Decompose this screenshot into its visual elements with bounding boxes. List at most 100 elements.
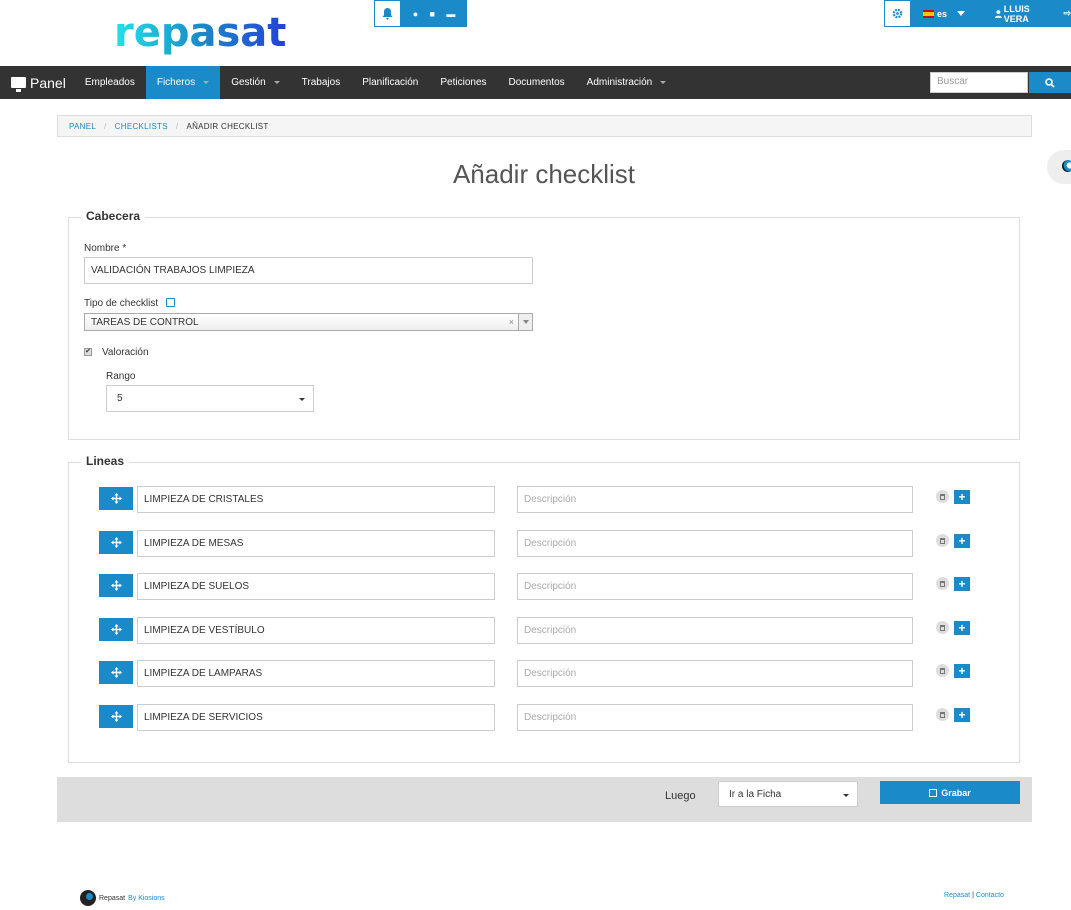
move-icon [110, 624, 122, 635]
line-name-field[interactable]: LIMPIEZA DE LAMPARAS [137, 660, 495, 687]
save-button[interactable]: Grabar [880, 781, 1020, 804]
drag-handle-button[interactable] [99, 531, 133, 554]
move-icon [110, 711, 122, 722]
nav-planificacion[interactable]: Planificación [351, 66, 429, 99]
breadcrumb-checklists[interactable]: CHECKLISTS [115, 122, 168, 131]
trash-icon[interactable] [936, 534, 949, 547]
bell-icon[interactable] [374, 0, 401, 27]
add-line-button[interactable]: + [954, 708, 970, 722]
footer-link-repasat[interactable]: Repasat [944, 892, 970, 899]
external-link-icon[interactable] [165, 298, 175, 307]
rango-label: Rango [106, 371, 136, 382]
nav-ficheros[interactable]: Ficheros [145, 66, 221, 99]
line-description-field[interactable]: Descripción [517, 617, 913, 644]
nombre-label: Nombre * [84, 243, 127, 254]
nav-administracion[interactable]: Administración [576, 66, 678, 99]
chevron-down-icon [957, 11, 966, 16]
user-menu[interactable]: LLUIS VERA [995, 4, 1055, 24]
pin-icon[interactable]: ● [413, 9, 418, 19]
clear-icon[interactable]: × [509, 317, 514, 327]
footer-separator: | [972, 892, 974, 899]
panel-link[interactable]: Panel [11, 74, 66, 92]
line-description-field[interactable]: Descripción [517, 573, 913, 600]
breadcrumb-panel[interactable]: PANEL [69, 122, 96, 131]
nav-label: Planificación [362, 77, 419, 88]
trash-icon[interactable] [936, 490, 949, 503]
nav-trabajos[interactable]: Trabajos [291, 66, 352, 99]
line-name-field[interactable]: LIMPIEZA DE SUELOS [137, 573, 495, 600]
nav-peticiones[interactable]: Peticiones [429, 66, 497, 99]
drag-handle-button[interactable] [99, 705, 133, 728]
caret-down-icon [203, 81, 210, 84]
move-icon [110, 537, 122, 548]
nav-gestion[interactable]: Gestión [220, 66, 290, 99]
logout-icon[interactable]: ⇨ [1063, 8, 1071, 19]
nav-documentos[interactable]: Documentos [498, 66, 576, 99]
caret-down-icon [273, 81, 280, 84]
luego-select[interactable]: Ir a la Ficha [718, 781, 858, 807]
drag-handle-button[interactable] [99, 661, 133, 684]
nombre-field[interactable]: VALIDACIÓN TRABAJOS LIMPIEZA [84, 257, 533, 284]
briefcase-icon[interactable]: ■ [430, 9, 435, 19]
tipo-checklist-label: Tipo de checklist [84, 298, 159, 309]
trash-icon[interactable] [936, 664, 949, 677]
panel-label: Panel [30, 74, 66, 91]
breadcrumb: PANEL / CHECKLISTS / AÑADIR CHECKLIST [57, 115, 1032, 137]
search-icon [1045, 77, 1055, 88]
valoracion-label: Valoración [102, 347, 149, 358]
repasat-small-logo-icon [80, 890, 96, 906]
trash-icon[interactable] [936, 708, 949, 721]
language-label: es [937, 8, 948, 19]
nav-label: Ficheros [156, 77, 196, 88]
line-name-field[interactable]: LIMPIEZA DE VESTÍBULO [137, 617, 495, 644]
line-name-field[interactable]: LIMPIEZA DE SERVICIOS [137, 704, 495, 731]
user-icon [995, 9, 1002, 18]
breadcrumb-separator: / [175, 121, 179, 131]
drag-handle-button[interactable] [99, 487, 133, 510]
line-name-field[interactable]: LIMPIEZA DE MESAS [137, 530, 495, 557]
line-description-field[interactable]: Descripción [517, 530, 913, 557]
add-line-button[interactable]: + [954, 490, 970, 504]
add-line-button[interactable]: + [954, 621, 970, 635]
add-line-button[interactable]: + [954, 534, 970, 548]
trash-icon[interactable] [936, 621, 949, 634]
notification-group: ● ■ ▬ [374, 0, 467, 27]
repasat-logo[interactable]: repasat [112, 12, 288, 60]
cabecera-legend: Cabecera [81, 209, 146, 223]
line-name-field[interactable]: LIMPIEZA DE CRISTALES [137, 486, 495, 513]
caret-down-icon [843, 794, 849, 797]
nav-label: Administración [586, 77, 653, 88]
footer-link-contacto[interactable]: Contacto [976, 892, 1004, 899]
language-selector[interactable]: es [923, 8, 966, 19]
gear-icon[interactable] [884, 0, 911, 27]
rango-select[interactable]: 5 [106, 385, 314, 412]
trash-icon[interactable] [936, 577, 949, 590]
nav-label: Gestión [231, 77, 266, 88]
valoracion-checkbox[interactable]: ✔ [84, 348, 92, 356]
monitor-icon [11, 77, 26, 92]
drag-handle-button[interactable] [99, 618, 133, 641]
move-icon [110, 580, 122, 591]
line-description-field[interactable]: Descripción [517, 704, 913, 731]
chevron-down-icon[interactable] [518, 314, 532, 330]
line-description-field[interactable]: Descripción [517, 660, 913, 687]
save-icon [929, 788, 938, 797]
caret-down-icon [299, 398, 305, 401]
search-input[interactable]: Buscar [930, 72, 1028, 93]
save-label: Grabar [941, 787, 971, 798]
tipo-label-row: Tipo de checklist [84, 298, 175, 309]
add-line-button[interactable]: + [954, 664, 970, 678]
nav-empleados[interactable]: Empleados [74, 66, 146, 99]
move-icon [110, 667, 122, 678]
nav-label: Documentos [508, 77, 565, 88]
search-button[interactable] [1029, 72, 1071, 93]
card-icon[interactable]: ▬ [446, 9, 455, 19]
user-name: LLUIS VERA [1003, 3, 1030, 24]
line-description-field[interactable]: Descripción [517, 486, 913, 513]
tipo-checklist-select[interactable]: TAREAS DE CONTROL × [84, 313, 533, 331]
footer-by-link[interactable]: By Kiosions [128, 895, 165, 902]
add-line-button[interactable]: + [954, 577, 970, 591]
nav-label: Empleados [84, 77, 135, 88]
drag-handle-button[interactable] [99, 574, 133, 597]
rango-value: 5 [117, 393, 123, 404]
